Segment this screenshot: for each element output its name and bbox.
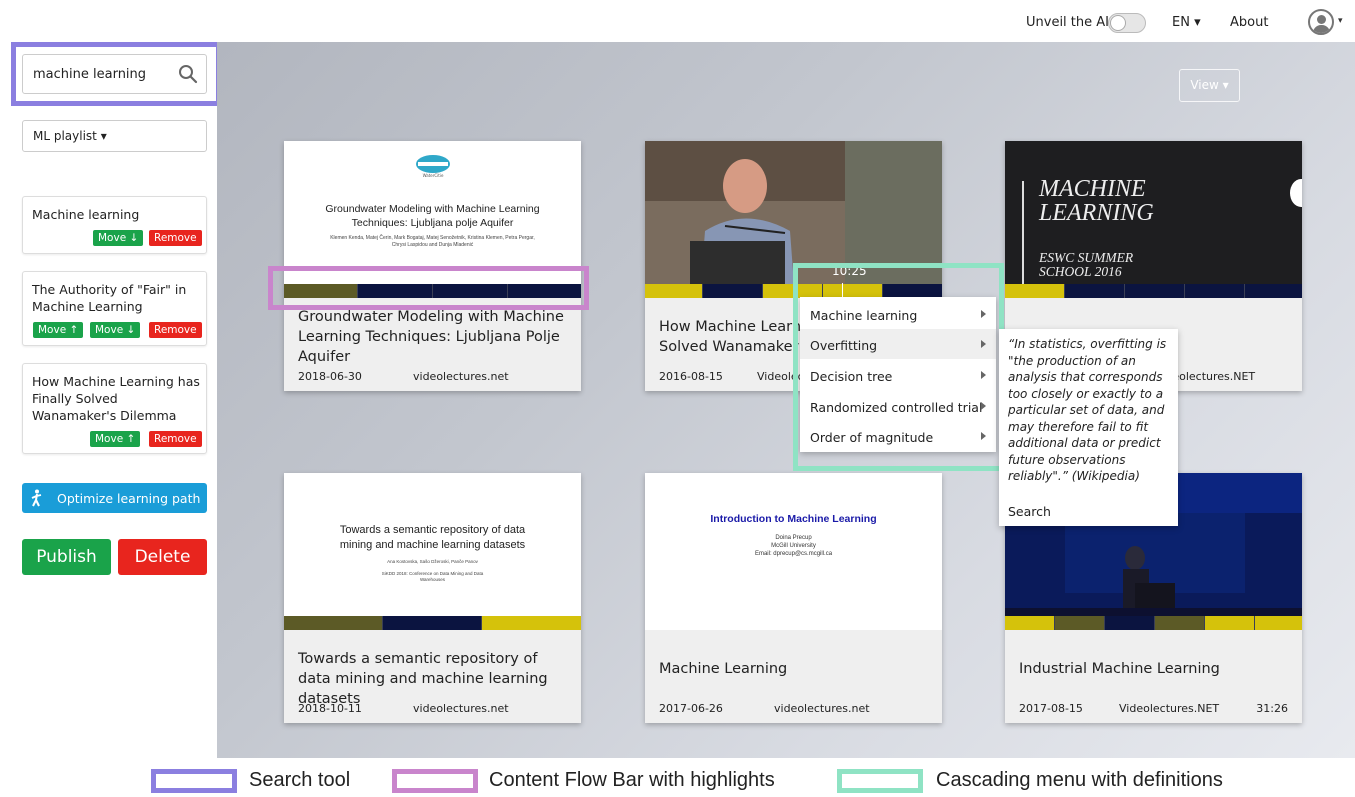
top-bar: Unveil the AI EN ▾ About ▾ (0, 0, 1355, 42)
content-flow-bar[interactable] (1005, 616, 1302, 630)
video-thumbnail[interactable]: MACHINE LEARNING ESWC SUMMER SCHOOL 2016 (1005, 141, 1302, 298)
slide-authors: Ana Kostovska, Sašo Džeroski, Panče Pano… (387, 559, 478, 564)
toggle-knob (1110, 15, 1126, 31)
video-title[interactable]: Machine Learning (659, 659, 934, 679)
move-up-button[interactable]: Move ↑ (33, 322, 84, 338)
next-arrow-icon[interactable] (1290, 179, 1302, 207)
cascading-menu-highlight (793, 263, 1004, 471)
move-down-button[interactable]: Move ↓ (93, 230, 144, 246)
slide-conference: SiKDD 2018: Conference on Data Mining an… (381, 571, 484, 582)
video-source: videolectures.net (774, 702, 870, 715)
video-date: 2018-06-30 (298, 370, 362, 383)
video-title[interactable]: Groundwater Modeling with Machine Learni… (298, 307, 573, 367)
remove-button[interactable]: Remove (149, 230, 202, 246)
slide-author: Doina Precup (775, 535, 812, 541)
slide-title: Groundwater Modeling with Machine Learni… (325, 203, 540, 229)
publish-button[interactable]: Publish (22, 539, 111, 575)
slide-authors: Klemen Kenda, Matej Čerin, Mark Bogataj,… (330, 235, 535, 248)
remove-button[interactable]: Remove (149, 431, 202, 447)
definition-text: “In statistics, overfitting is "the prod… (1008, 337, 1167, 483)
legend-label-menu: Cascading menu with definitions (936, 769, 1223, 791)
slide-title: MACHINE LEARNING (1039, 176, 1154, 226)
video-thumbnail[interactable]: Towards a semantic repository of data mi… (284, 473, 581, 630)
video-title[interactable]: Industrial Machine Learning (1019, 659, 1294, 679)
user-avatar-icon[interactable] (1308, 9, 1334, 35)
view-dropdown[interactable]: View ▾ (1179, 69, 1240, 102)
definition-popup: “In statistics, overfitting is "the prod… (999, 329, 1178, 526)
unveil-ai-label: Unveil the AI (1026, 15, 1109, 30)
video-duration: 31:26 (1256, 702, 1288, 715)
unveil-ai-toggle[interactable] (1108, 13, 1146, 33)
content-flow-bar[interactable] (284, 616, 581, 630)
video-card[interactable]: Introduction to Machine Learning Doina P… (645, 473, 942, 723)
legend-label-flow: Content Flow Bar with highlights (489, 769, 775, 791)
move-up-button[interactable]: Move ↑ (90, 431, 141, 447)
legend-label-search: Search tool (249, 769, 351, 791)
definition-search-link[interactable]: Search (1008, 504, 1051, 519)
slide-title: Introduction to Machine Learning (710, 513, 877, 525)
video-thumbnail[interactable]: Introduction to Machine Learning Doina P… (645, 473, 942, 630)
walking-person-icon (31, 489, 42, 507)
optimize-learning-path-button[interactable]: Optimize learning path (22, 483, 207, 513)
video-card[interactable]: Towards a semantic repository of data mi… (284, 473, 581, 723)
content-flow-bar-highlight (268, 266, 589, 310)
delete-button[interactable]: Delete (118, 539, 207, 575)
video-date: 2017-06-26 (659, 702, 723, 715)
svg-text:WaterCitie: WaterCitie (423, 173, 444, 178)
slide-title: Towards a semantic repository of data mi… (339, 524, 526, 551)
video-source: videolectures.net (413, 702, 509, 715)
legend-swatch-menu (837, 769, 923, 793)
playlist-dropdown[interactable]: ML playlist ▾ (22, 120, 207, 152)
conference-logo-icon: WaterCitie (416, 155, 450, 178)
content-flow-bar[interactable] (1005, 284, 1302, 298)
video-title[interactable]: Towards a semantic repository of data mi… (298, 649, 573, 709)
video-date: 2017-08-15 (1019, 702, 1083, 715)
playlist-item[interactable]: The Authority of "Fair" in Machine Learn… (22, 271, 207, 346)
video-date: 2018-10-11 (298, 702, 362, 715)
legend-swatch-flow (392, 769, 478, 793)
figure-legend: Search tool Content Flow Bar with highli… (0, 758, 1355, 797)
legend-swatch-search (151, 769, 237, 793)
video-source: videolectures.net (413, 370, 509, 383)
optimize-label: Optimize learning path (57, 491, 201, 506)
slide-email: Email: dprecup@cs.mcgill.ca (754, 551, 833, 557)
playlist-item[interactable]: Machine learning Move ↓ Remove (22, 196, 207, 254)
avatar-caret-icon[interactable]: ▾ (1338, 16, 1343, 26)
about-link[interactable]: About (1230, 15, 1268, 30)
playlist-item[interactable]: How Machine Learning has Finally Solved … (22, 363, 207, 454)
video-source: Videolectures.NET (1119, 702, 1220, 715)
move-down-button[interactable]: Move ↓ (90, 322, 141, 338)
playlist-item-title: How Machine Learning has Finally Solved … (32, 374, 200, 423)
playlist-item-title: Machine learning (32, 207, 140, 222)
language-dropdown[interactable]: EN ▾ (1172, 15, 1201, 30)
slide-subtitle: ESWC SUMMER SCHOOL 2016 (1039, 250, 1134, 279)
slide-university: McGill University (771, 543, 816, 549)
search-tool-highlight (11, 42, 221, 106)
video-date: 2016-08-15 (659, 370, 723, 383)
playlist-item-title: The Authority of "Fair" in Machine Learn… (32, 282, 187, 314)
remove-button[interactable]: Remove (149, 322, 202, 338)
